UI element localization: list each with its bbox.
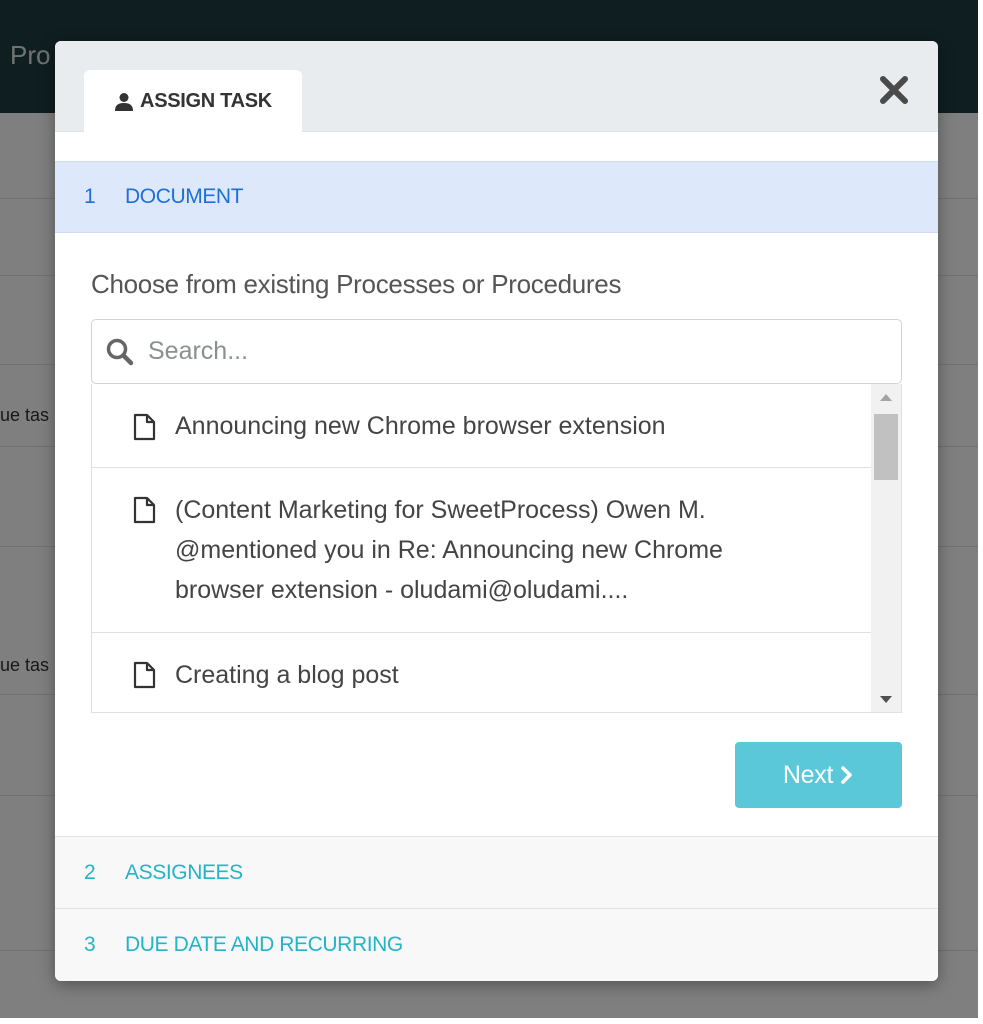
step-number: 1: [84, 185, 96, 208]
close-icon[interactable]: [876, 72, 912, 108]
result-item-label-line: @mentioned you in Re: Announcing new Chr…: [175, 536, 723, 564]
tab-label: ASSIGN TASK: [140, 90, 272, 112]
document-icon: [133, 496, 156, 524]
document-icon: [133, 661, 156, 689]
choose-prompt: Choose from existing Processes or Proced…: [91, 269, 622, 299]
result-item-label-line: (Content Marketing for SweetProcess) Owe…: [175, 496, 706, 524]
result-item-content-marketing-mention[interactable]: (Content Marketing for SweetProcess) Owe…: [92, 468, 873, 633]
step-document[interactable]: 1 DOCUMENT: [55, 161, 938, 233]
step-label: ASSIGNEES: [125, 860, 243, 884]
step-number: 2: [84, 860, 96, 884]
search-input[interactable]: [148, 337, 848, 366]
step-due-date-recurring[interactable]: 3 DUE DATE AND RECURRING: [55, 908, 938, 981]
user-icon: [115, 92, 134, 111]
assign-task-modal: ASSIGN TASK 1 DOCUMENT Choose from exist…: [55, 41, 938, 981]
results-scroll-area[interactable]: Announcing new Chrome browser extension …: [92, 384, 873, 712]
scrollbar-thumb[interactable]: [874, 414, 898, 480]
step-label: DOCUMENT: [125, 185, 244, 208]
results-scrollbar[interactable]: [871, 384, 901, 712]
result-item-creating-blog-post[interactable]: Creating a blog post: [92, 633, 873, 712]
next-button-label: Next: [782, 760, 834, 789]
result-item-label-line: browser extension - oludami@oludami....: [175, 576, 629, 604]
document-icon: [133, 413, 156, 441]
search-icon: [106, 338, 134, 365]
scroll-up-arrow-icon[interactable]: [880, 394, 892, 401]
step-number: 3: [84, 933, 96, 956]
chevron-right-icon: [841, 766, 852, 784]
step-assignees[interactable]: 2 ASSIGNEES: [55, 836, 938, 908]
scroll-down-arrow-icon[interactable]: [880, 696, 892, 703]
search-box[interactable]: [91, 319, 902, 384]
result-item-announcing-chrome-extension[interactable]: Announcing new Chrome browser extension: [92, 384, 873, 468]
result-item-label: Announcing new Chrome browser extension: [175, 412, 666, 440]
next-button[interactable]: Next: [735, 742, 902, 808]
tab-assign-task[interactable]: ASSIGN TASK: [84, 70, 302, 133]
result-item-label: Creating a blog post: [175, 661, 399, 689]
results-list: Announcing new Chrome browser extension …: [91, 384, 902, 713]
step-label: DUE DATE AND RECURRING: [125, 933, 403, 956]
modal-header: ASSIGN TASK: [55, 41, 938, 133]
